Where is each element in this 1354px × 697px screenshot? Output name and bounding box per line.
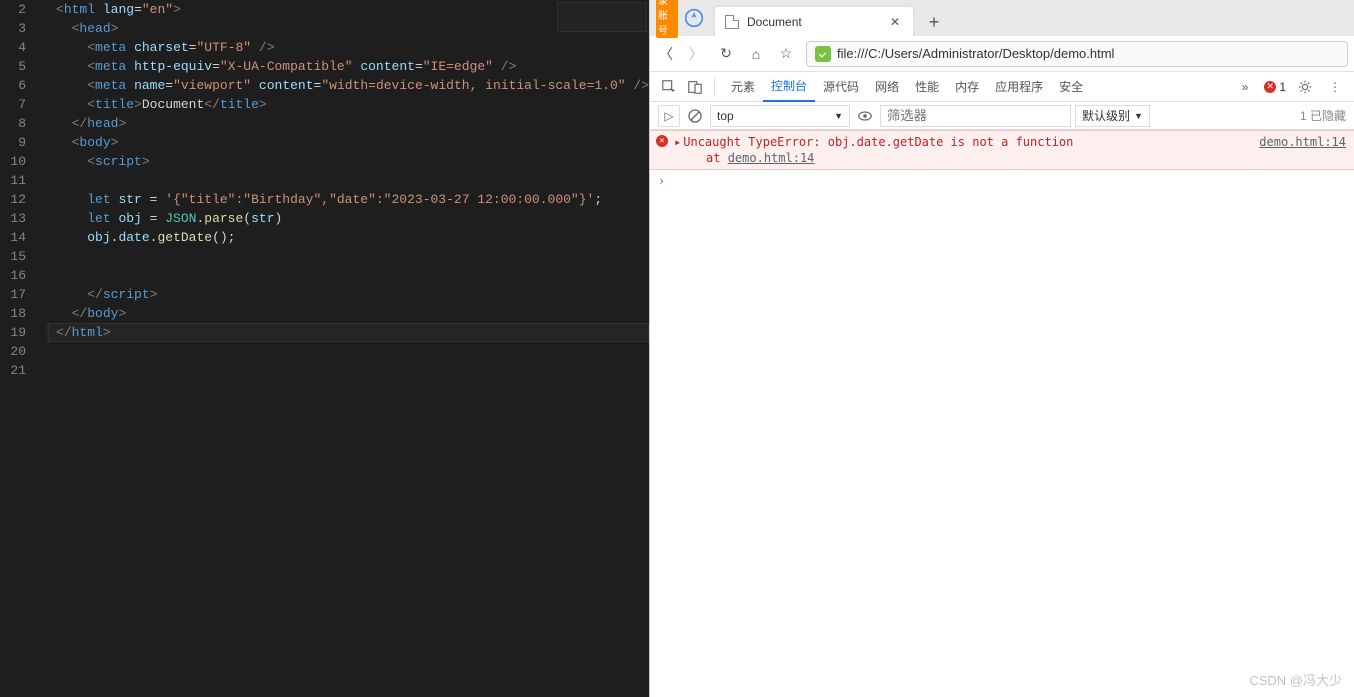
code-line[interactable]: <meta name="viewport" content="width=dev… (46, 76, 649, 95)
console-toolbar: ▷ top ▼ 默认级别 ▼ 1 已隐藏 (650, 102, 1354, 130)
log-level-selector[interactable]: 默认级别 ▼ (1075, 105, 1150, 127)
code-line[interactable]: </html> (46, 323, 649, 342)
browser-tab-strip: 登录账号 Document ✕ + (650, 0, 1354, 36)
line-number: 14 (0, 228, 26, 247)
inspect-element-icon[interactable] (658, 76, 680, 98)
devtools-tab-5[interactable]: 内存 (947, 72, 987, 102)
line-number: 20 (0, 342, 26, 361)
line-number: 4 (0, 38, 26, 57)
device-toggle-icon[interactable] (684, 76, 706, 98)
line-number: 11 (0, 171, 26, 190)
compass-icon[interactable] (684, 8, 704, 28)
code-line[interactable] (46, 361, 649, 380)
url-input[interactable]: file:///C:/Users/Administrator/Desktop/d… (806, 41, 1348, 67)
error-source-link[interactable]: demo.html:14 (1259, 134, 1346, 166)
line-number: 5 (0, 57, 26, 76)
code-line[interactable]: let str = '{"title":"Birthday","date":"2… (46, 190, 649, 209)
console-prompt[interactable]: › (650, 170, 1354, 192)
login-badge[interactable]: 登录账号 (656, 0, 678, 38)
code-line[interactable]: </body> (46, 304, 649, 323)
devtools-tab-3[interactable]: 网络 (867, 72, 907, 102)
forward-button[interactable]: 〉 (686, 44, 706, 64)
devtools-menu-icon[interactable]: ⋮ (1324, 76, 1346, 98)
devtools-tab-2[interactable]: 源代码 (815, 72, 867, 102)
code-line[interactable]: let obj = JSON.parse(str) (46, 209, 649, 228)
settings-gear-icon[interactable] (1294, 76, 1316, 98)
browser-tab[interactable]: Document ✕ (714, 6, 914, 36)
line-number: 8 (0, 114, 26, 133)
devtools-tab-4[interactable]: 性能 (907, 72, 947, 102)
error-stack-link[interactable]: demo.html:14 (728, 151, 815, 165)
context-selector[interactable]: top ▼ (710, 105, 850, 127)
error-icon: ✕ (656, 135, 668, 147)
code-line[interactable]: obj.date.getDate(); (46, 228, 649, 247)
code-line[interactable]: </head> (46, 114, 649, 133)
chevron-down-icon: ▼ (834, 111, 843, 121)
code-line[interactable]: <meta http-equiv="X-UA-Compatible" conte… (46, 57, 649, 76)
clear-console-icon[interactable] (684, 105, 706, 127)
error-dot-icon: ✕ (1264, 81, 1276, 93)
line-number: 12 (0, 190, 26, 209)
reload-button[interactable]: ↻ (716, 44, 736, 64)
line-number: 13 (0, 209, 26, 228)
shield-icon (815, 46, 831, 62)
live-expression-icon[interactable] (854, 105, 876, 127)
filter-input[interactable] (880, 105, 1071, 127)
code-line[interactable] (46, 266, 649, 285)
devtools-tab-0[interactable]: 元素 (723, 72, 763, 102)
code-line[interactable]: <body> (46, 133, 649, 152)
browser-window: 登录账号 Document ✕ + 〈 〉 ↻ ⌂ ☆ file:///C:/U… (649, 0, 1354, 697)
close-tab-icon[interactable]: ✕ (887, 14, 903, 30)
code-line[interactable] (46, 342, 649, 361)
error-count-badge[interactable]: ✕ 1 (1264, 80, 1286, 94)
hidden-count[interactable]: 1 已隐藏 (1300, 107, 1346, 124)
home-button[interactable]: ⌂ (746, 44, 766, 64)
code-editor[interactable]: 23456789101112131415161718192021 <html l… (0, 0, 649, 697)
line-number: 15 (0, 247, 26, 266)
devtools-tab-7[interactable]: 安全 (1051, 72, 1091, 102)
tab-title: Document (747, 15, 802, 29)
browser-logo-area[interactable]: 登录账号 (656, 16, 678, 36)
console-sidebar-toggle-icon[interactable]: ▷ (658, 105, 680, 127)
line-number: 17 (0, 285, 26, 304)
code-line[interactable]: <script> (46, 152, 649, 171)
line-number: 6 (0, 76, 26, 95)
console-error-row[interactable]: ✕ ▸Uncaught TypeError: obj.date.getDate … (650, 130, 1354, 170)
line-number: 9 (0, 133, 26, 152)
expand-arrow-icon[interactable]: ▸ (674, 135, 681, 149)
devtools-more-tabs[interactable]: » (1234, 72, 1257, 102)
minimap[interactable] (557, 2, 647, 32)
line-number: 7 (0, 95, 26, 114)
line-number: 2 (0, 0, 26, 19)
devtools-tabbar: 元素控制台源代码网络性能内存应用程序安全 » ✕ 1 ⋮ (650, 72, 1354, 102)
line-number: 3 (0, 19, 26, 38)
code-line[interactable]: <meta charset="UTF-8" /> (46, 38, 649, 57)
code-line[interactable] (46, 171, 649, 190)
line-number: 10 (0, 152, 26, 171)
devtools-tab-6[interactable]: 应用程序 (987, 72, 1051, 102)
line-number: 18 (0, 304, 26, 323)
line-number: 19 (0, 323, 26, 342)
code-area[interactable]: <html lang="en"> <head> <meta charset="U… (40, 0, 649, 697)
console-output[interactable]: ✕ ▸Uncaught TypeError: obj.date.getDate … (650, 130, 1354, 697)
line-number: 21 (0, 361, 26, 380)
error-message: Uncaught TypeError: obj.date.getDate is … (683, 135, 1073, 149)
address-bar: 〈 〉 ↻ ⌂ ☆ file:///C:/Users/Administrator… (650, 36, 1354, 72)
new-tab-button[interactable]: + (926, 14, 942, 30)
back-button[interactable]: 〈 (656, 44, 676, 64)
code-line[interactable]: <title>Document</title> (46, 95, 649, 114)
chevron-down-icon: ▼ (1134, 111, 1143, 121)
code-line[interactable]: </script> (46, 285, 649, 304)
line-number-gutter: 23456789101112131415161718192021 (0, 0, 40, 697)
watermark: CSDN @冯大少 (1249, 670, 1342, 689)
code-line[interactable] (46, 247, 649, 266)
favorite-button[interactable]: ☆ (776, 44, 796, 64)
document-icon (725, 15, 739, 29)
url-text: file:///C:/Users/Administrator/Desktop/d… (837, 46, 1114, 61)
line-number: 16 (0, 266, 26, 285)
devtools-tab-1[interactable]: 控制台 (763, 72, 815, 102)
